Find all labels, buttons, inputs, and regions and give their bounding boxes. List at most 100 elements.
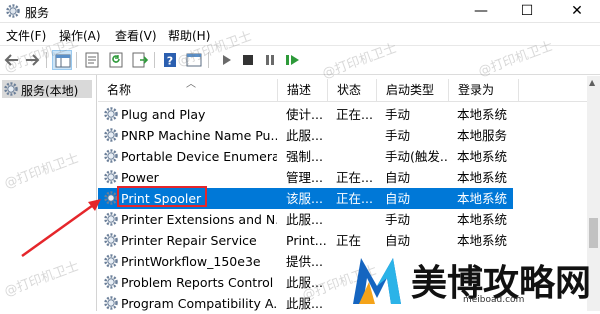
service-logon-as: 本地服务 [457, 128, 508, 143]
service-gear-icon [104, 212, 118, 226]
service-gear-icon [104, 107, 118, 121]
column-header-row: ︿ 名称 描述 状态 启动类型 登录为 [98, 79, 588, 102]
service-row[interactable]: PNRP Machine Name Pu... 此服... 手动 本地服务 [98, 125, 513, 146]
restart-icon[interactable] [282, 50, 302, 70]
service-description: 该服... [286, 191, 323, 206]
service-gear-icon [104, 233, 118, 247]
service-name: Printer Repair Service [121, 233, 257, 248]
service-status: 正在... [336, 107, 373, 122]
scroll-up-icon[interactable]: ▲ [589, 78, 595, 87]
stop-icon[interactable] [238, 50, 258, 70]
column-header-logon-as[interactable]: 登录为 [449, 79, 519, 101]
back-arrow-icon[interactable] [2, 50, 22, 70]
service-name-cell: PrintWorkflow_150e3e [103, 251, 277, 272]
service-description: Print... [286, 233, 327, 248]
window-title: 服务 [25, 6, 50, 20]
column-header-name[interactable]: 名称 [98, 79, 278, 101]
export-list-icon[interactable] [130, 50, 150, 70]
service-description: 使计... [286, 107, 323, 122]
service-name: Portable Device Enumera... [121, 149, 277, 164]
console-tree-icon[interactable] [52, 50, 72, 70]
view-pane-icon[interactable] [184, 50, 204, 70]
service-name-cell: PNRP Machine Name Pu... [103, 125, 277, 146]
refresh-icon[interactable] [106, 50, 126, 70]
service-description: 管理... [286, 170, 323, 185]
toolbar-separator [154, 52, 155, 68]
service-gear-icon [104, 170, 118, 184]
service-gear-icon [104, 296, 118, 310]
start-icon[interactable] [216, 50, 236, 70]
pause-icon[interactable] [260, 50, 280, 70]
service-row[interactable]: Portable Device Enumera... 强制... 手动(触发... 本… [98, 146, 513, 167]
service-startup-type: 手动 [385, 212, 411, 227]
tree-item-services-local[interactable]: 服务(本地) [2, 80, 92, 98]
service-name: PNRP Machine Name Pu... [121, 128, 277, 143]
service-name-cell: Plug and Play [103, 104, 277, 125]
service-logon-as: 本地系统 [457, 233, 508, 248]
service-name: Problem Reports Control [121, 275, 274, 290]
service-startup-type: 自动 [385, 170, 411, 185]
service-gear-icon [104, 275, 118, 289]
service-description: 此服... [286, 275, 323, 290]
properties-icon[interactable] [82, 50, 102, 70]
console-tree: 服务(本地) [0, 75, 97, 311]
maximize-button[interactable]: ☐ [504, 0, 550, 22]
service-status [336, 209, 376, 230]
service-name: Plug and Play [121, 107, 206, 122]
services-gear-icon [4, 82, 18, 96]
service-row[interactable]: Printer Extensions and N... 此服... 手动 本地系统 [98, 209, 513, 230]
help-icon[interactable]: ? [160, 50, 180, 70]
service-startup-type: 自动 [385, 233, 411, 248]
service-description: 强制... [286, 149, 323, 164]
service-name-cell: Portable Device Enumera... [103, 146, 277, 167]
service-row[interactable]: Printer Repair Service Print... 正在 自动 本地系统 [98, 230, 513, 251]
service-gear-icon [104, 149, 118, 163]
service-status: 正在... [336, 191, 373, 206]
service-name: PrintWorkflow_150e3e [121, 254, 261, 269]
toolbar: ? [0, 45, 600, 75]
title-bar: 服务 — ☐ ✕ [0, 0, 600, 23]
logo-m-icon [353, 258, 401, 304]
service-name: Printer Extensions and N... [121, 212, 277, 227]
service-status [336, 125, 376, 146]
forward-arrow-icon[interactable] [22, 50, 42, 70]
service-startup-type: 手动(触发... [385, 149, 447, 164]
service-description: 此服... [286, 212, 323, 227]
service-logon-as: 本地系统 [457, 170, 508, 185]
service-name-cell: Printer Extensions and N... [103, 209, 277, 230]
toolbar-separator [46, 52, 47, 68]
toolbar-separator [208, 52, 209, 68]
service-name-cell: Power [103, 167, 277, 188]
tree-item-label: 服务(本地) [21, 84, 79, 98]
column-header-startup-type[interactable]: 启动类型 [377, 79, 449, 101]
scrollbar-thumb[interactable] [589, 218, 598, 248]
service-startup-type: 自动 [385, 191, 411, 206]
service-description: 此服... [286, 128, 323, 143]
menu-file[interactable]: 文件(F) [6, 27, 46, 44]
minimize-button[interactable]: — [458, 0, 504, 22]
service-status [336, 146, 376, 167]
menu-action[interactable]: 操作(A) [59, 27, 101, 44]
menu-help[interactable]: 帮助(H) [168, 27, 210, 44]
menu-view[interactable]: 查看(V) [115, 27, 157, 44]
column-header-description[interactable]: 描述 [278, 79, 328, 101]
service-startup-type: 手动 [385, 107, 411, 122]
service-name-cell: Problem Reports Control [103, 272, 277, 293]
service-logon-as: 本地系统 [457, 149, 508, 164]
svg-text:?: ? [167, 55, 173, 68]
service-description: 提供... [286, 254, 323, 269]
menu-bar: 文件(F) 操作(A) 查看(V) 帮助(H) [0, 23, 600, 45]
logo-domain: meiboad.com [463, 295, 525, 305]
highlight-box [117, 186, 207, 207]
service-status: 正在... [336, 170, 373, 185]
service-name: Power [121, 170, 159, 185]
close-button[interactable]: ✕ [554, 0, 600, 22]
service-logon-as: 本地系统 [457, 212, 508, 227]
service-gear-icon [104, 254, 118, 268]
service-row[interactable]: Power 管理... 正在... 自动 本地系统 [98, 167, 513, 188]
service-row[interactable]: Plug and Play 使计... 正在... 手动 本地系统 [98, 104, 513, 125]
service-gear-icon [104, 128, 118, 142]
column-header-status[interactable]: 状态 [328, 79, 377, 101]
services-gear-icon [6, 4, 20, 18]
service-status: 正在 [336, 233, 362, 248]
